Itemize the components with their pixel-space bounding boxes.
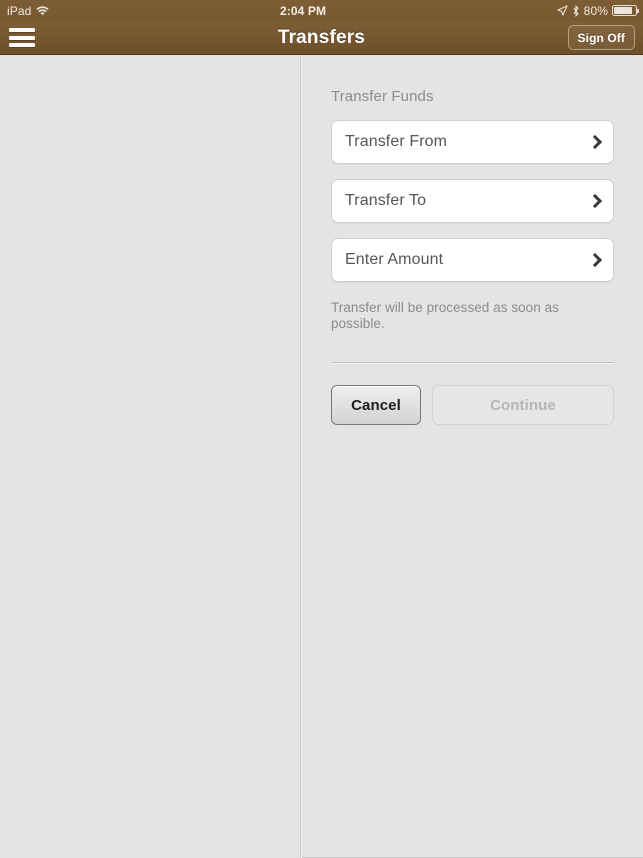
status-device-label: iPad [7, 3, 32, 18]
cancel-button[interactable]: Cancel [331, 385, 421, 425]
transfer-from-label: Transfer From [345, 133, 448, 150]
transfer-to-row[interactable]: Transfer To [331, 179, 614, 223]
chevron-right-icon [590, 135, 599, 150]
chevron-right-icon [590, 194, 599, 209]
location-arrow-icon [557, 5, 568, 16]
transfer-panel: Transfer Funds Transfer From Transfer To… [301, 55, 643, 858]
page-title: Transfers [277, 27, 366, 48]
continue-button[interactable]: Continue [432, 385, 614, 425]
battery-percent-label: 80% [583, 3, 608, 18]
left-panel [0, 55, 301, 858]
section-divider [331, 362, 614, 363]
navigation-bar: Transfers Sign Off [0, 21, 643, 55]
sign-off-button[interactable]: Sign Off [567, 25, 635, 50]
status-clock: 2:04 PM [280, 3, 327, 18]
status-bar: iPad 2:04 PM 80% [0, 0, 643, 21]
battery-icon [612, 5, 639, 16]
chevron-right-icon [590, 253, 599, 268]
wifi-icon [36, 6, 50, 17]
section-title: Transfer Funds [331, 88, 434, 105]
content-area: Transfer Funds Transfer From Transfer To… [0, 55, 643, 858]
status-bar-left: iPad [0, 3, 50, 18]
status-bar-right: 80% [557, 4, 643, 18]
enter-amount-row[interactable]: Enter Amount [331, 238, 614, 282]
transfer-from-row[interactable]: Transfer From [331, 120, 614, 164]
transfer-form: Transfer From Transfer To Enter Amount [331, 120, 614, 282]
action-buttons: Cancel Continue [331, 385, 614, 425]
app-screen: iPad 2:04 PM 80% Transfers Sign Off Tran… [0, 0, 643, 858]
bluetooth-icon [572, 4, 580, 17]
transfer-to-label: Transfer To [345, 192, 427, 209]
enter-amount-label: Enter Amount [345, 251, 444, 268]
processing-note: Transfer will be processed as soon as po… [331, 300, 559, 331]
